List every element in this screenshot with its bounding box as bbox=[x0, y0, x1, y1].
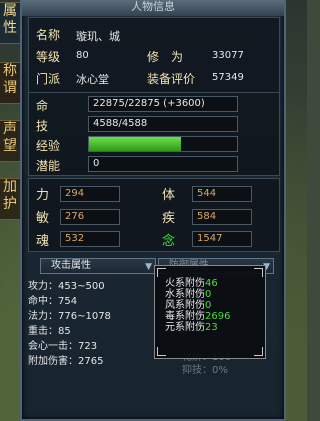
defense-value: 46 bbox=[205, 278, 218, 289]
list-item: 法力：776~1078 bbox=[28, 311, 111, 322]
defense-label: 元系附伤 bbox=[165, 322, 205, 333]
mind-label: 念 bbox=[162, 234, 176, 249]
side-tab-attributes[interactable]: 属性 bbox=[0, 2, 21, 44]
hp-text: 22875/22875 (+3600) bbox=[93, 98, 205, 109]
exp-label: 经验 bbox=[36, 139, 61, 153]
faction-value: 冰心堂 bbox=[76, 73, 109, 86]
defense-value: 0 bbox=[205, 289, 212, 300]
list-item: 风系附伤0 bbox=[165, 300, 230, 311]
defense-value: 0 bbox=[205, 300, 212, 311]
str-value: 294 bbox=[60, 186, 120, 202]
side-tab-label: 称谓 bbox=[3, 63, 17, 96]
list-item: 攻力：453~500 bbox=[28, 281, 105, 292]
side-tab-blessing[interactable]: 加护 bbox=[0, 178, 21, 220]
defense-attributes-popup: 火系附伤46 水系附伤0 风系附伤0 毒系附伤2696 元系附伤23 bbox=[154, 265, 266, 359]
spd-value: 584 bbox=[192, 209, 252, 225]
list-item: 火系附伤46 bbox=[165, 278, 230, 289]
gear-score-value: 57349 bbox=[212, 72, 244, 83]
corner-decoration bbox=[254, 268, 263, 277]
con-value: 544 bbox=[192, 186, 252, 202]
attack-attributes-list: 攻力：453~500 命中：754 法力：776~1078 重击：85 会心一击… bbox=[28, 277, 138, 367]
soul-value: 532 bbox=[60, 231, 120, 247]
skill-bar: 4588/4588 bbox=[88, 116, 238, 132]
list-item: 毒系附伤2696 bbox=[165, 311, 230, 322]
potential-text: 0 bbox=[93, 158, 100, 169]
attack-attributes-tab[interactable]: 攻击属性 ▼ bbox=[40, 258, 156, 274]
potential-label: 潜能 bbox=[36, 159, 61, 173]
corner-decoration bbox=[157, 268, 166, 277]
hp-label: 命 bbox=[36, 99, 49, 113]
cultivation-label: 修 为 bbox=[147, 50, 184, 64]
side-tab-label: 加护 bbox=[3, 179, 17, 212]
level-value: 80 bbox=[76, 50, 89, 61]
gear-score-label: 装备评价 bbox=[147, 72, 196, 86]
defense-value: 2696 bbox=[205, 311, 231, 322]
list-item: 命中：754 bbox=[28, 296, 78, 307]
defense-value: 23 bbox=[205, 322, 218, 333]
window-title: 人物信息 bbox=[22, 0, 284, 16]
hp-bar: 22875/22875 (+3600) bbox=[88, 96, 238, 112]
list-item: 会心一击：723 bbox=[28, 341, 98, 352]
level-label: 等级 bbox=[36, 50, 61, 64]
agi-value: 276 bbox=[60, 209, 120, 225]
defense-label: 毒系附伤 bbox=[165, 311, 205, 322]
side-tab-bar: 属性 称谓 声望 加护 bbox=[0, 0, 22, 260]
attack-tab-label: 攻击属性 bbox=[51, 260, 91, 271]
agi-label: 敏 bbox=[36, 211, 50, 226]
str-label: 力 bbox=[36, 188, 50, 203]
name-value: 璇玑、城 bbox=[76, 30, 120, 43]
side-tab-label: 声望 bbox=[3, 121, 17, 154]
list-item: 附加伤害：2765 bbox=[28, 356, 104, 367]
skill-text: 4588/4588 bbox=[93, 118, 148, 129]
corner-decoration bbox=[157, 347, 166, 356]
defense-label: 风系附伤 bbox=[165, 300, 205, 311]
name-label: 名称 bbox=[36, 28, 61, 42]
defense-label: 火系附伤 bbox=[165, 278, 205, 289]
list-item: 重击：85 bbox=[28, 326, 71, 337]
soul-label: 魂 bbox=[36, 234, 50, 249]
spd-label: 疾 bbox=[162, 211, 176, 226]
potential-bar: 0 bbox=[88, 156, 238, 172]
cultivation-value: 33077 bbox=[212, 50, 244, 61]
list-item: 水系附伤0 bbox=[165, 289, 230, 300]
faction-label: 门派 bbox=[36, 72, 61, 86]
side-tab-reputation[interactable]: 声望 bbox=[0, 120, 21, 162]
skill-label: 技 bbox=[36, 119, 49, 133]
exp-bar bbox=[88, 136, 238, 152]
con-label: 体 bbox=[162, 188, 176, 203]
chevron-down-icon: ▼ bbox=[145, 262, 152, 272]
defense-faded-line: 抑技：0% bbox=[182, 365, 228, 376]
defense-label: 水系附伤 bbox=[165, 289, 205, 300]
list-item: 元系附伤23 bbox=[165, 322, 230, 333]
character-info-panel: 人物信息 名称 璇玑、城 等级 80 修 为 33077 门派 冰心堂 装备评价… bbox=[20, 0, 286, 421]
side-tab-label: 属性 bbox=[3, 3, 17, 36]
mind-value: 1547 bbox=[192, 231, 252, 247]
side-tab-titles[interactable]: 称谓 bbox=[0, 62, 21, 104]
defense-attributes-list: 火系附伤46 水系附伤0 风系附伤0 毒系附伤2696 元系附伤23 bbox=[165, 278, 230, 333]
corner-decoration bbox=[254, 347, 263, 356]
